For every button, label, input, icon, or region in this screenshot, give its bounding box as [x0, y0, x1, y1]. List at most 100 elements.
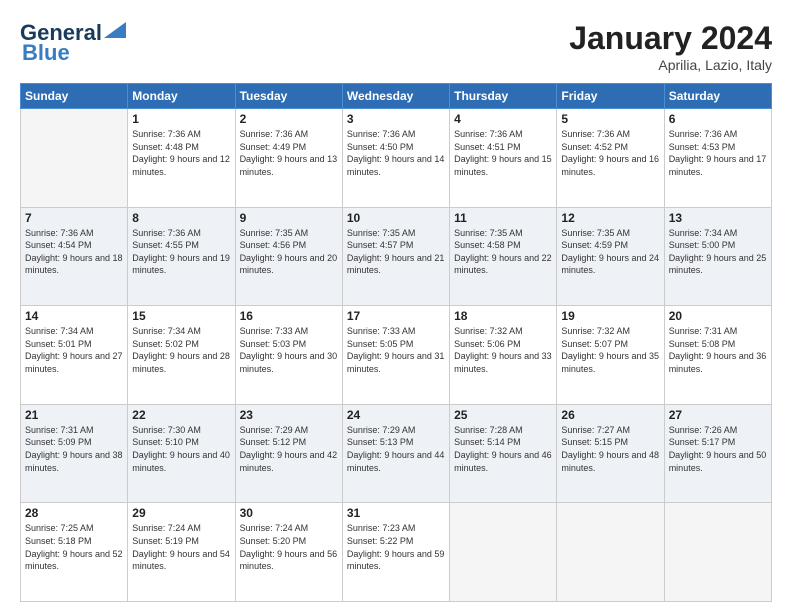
- day-number: 11: [454, 211, 552, 225]
- calendar-day-cell: 17 Sunrise: 7:33 AMSunset: 5:05 PMDayligh…: [342, 306, 449, 405]
- calendar: SundayMondayTuesdayWednesdayThursdayFrid…: [20, 83, 772, 602]
- title-block: January 2024 Aprilia, Lazio, Italy: [569, 20, 772, 73]
- calendar-day-cell: 5Sunrise: 7:36 AMSunset: 4:52 PMDaylight…: [557, 109, 664, 208]
- day-info: Sunrise: 7:36 AMSunset: 4:54 PMDaylight:…: [25, 227, 123, 277]
- calendar-day-cell: 31 Sunrise: 7:23 AMSunset: 5:22 PMDayligh…: [342, 503, 449, 602]
- day-info: Sunrise: 7:26 AMSunset: 5:17 PMDaylight:…: [669, 424, 767, 474]
- day-number: 30: [240, 506, 338, 520]
- day-info: Sunrise: 7:27 AMSunset: 5:15 PMDaylight:…: [561, 424, 659, 474]
- day-info: Sunrise: 7:34 AMSunset: 5:01 PMDaylight:…: [25, 325, 123, 375]
- weekday-header-monday: Monday: [128, 84, 235, 109]
- calendar-day-cell: 2Sunrise: 7:36 AMSunset: 4:49 PMDaylight…: [235, 109, 342, 208]
- calendar-day-cell: 22 Sunrise: 7:30 AMSunset: 5:10 PMDayligh…: [128, 404, 235, 503]
- day-number: 2: [240, 112, 338, 126]
- day-info: Sunrise: 7:29 AMSunset: 5:12 PMDaylight:…: [240, 424, 338, 474]
- day-info: Sunrise: 7:24 AMSunset: 5:20 PMDaylight:…: [240, 522, 338, 572]
- logo-blue: Blue: [22, 40, 70, 66]
- day-number: 3: [347, 112, 445, 126]
- day-info: Sunrise: 7:32 AMSunset: 5:07 PMDaylight:…: [561, 325, 659, 375]
- calendar-day-cell: 1Sunrise: 7:36 AMSunset: 4:48 PMDaylight…: [128, 109, 235, 208]
- day-info: Sunrise: 7:33 AMSunset: 5:03 PMDaylight:…: [240, 325, 338, 375]
- day-info: Sunrise: 7:31 AMSunset: 5:08 PMDaylight:…: [669, 325, 767, 375]
- day-info: Sunrise: 7:36 AMSunset: 4:52 PMDaylight:…: [561, 128, 659, 178]
- month-title: January 2024: [569, 20, 772, 57]
- calendar-day-cell: 15Sunrise: 7:34 AMSunset: 5:02 PMDayligh…: [128, 306, 235, 405]
- calendar-day-cell: 6 Sunrise: 7:36 AMSunset: 4:53 PMDaylight…: [664, 109, 771, 208]
- day-number: 18: [454, 309, 552, 323]
- calendar-day-cell: 21Sunrise: 7:31 AMSunset: 5:09 PMDayligh…: [21, 404, 128, 503]
- day-number: 23: [240, 408, 338, 422]
- day-info: Sunrise: 7:35 AMSunset: 4:57 PMDaylight:…: [347, 227, 445, 277]
- day-number: 21: [25, 408, 123, 422]
- calendar-day-cell: 20 Sunrise: 7:31 AMSunset: 5:08 PMDayligh…: [664, 306, 771, 405]
- calendar-day-cell: 29 Sunrise: 7:24 AMSunset: 5:19 PMDayligh…: [128, 503, 235, 602]
- weekday-header-tuesday: Tuesday: [235, 84, 342, 109]
- day-info: Sunrise: 7:33 AMSunset: 5:05 PMDaylight:…: [347, 325, 445, 375]
- day-number: 17: [347, 309, 445, 323]
- day-info: Sunrise: 7:24 AMSunset: 5:19 PMDaylight:…: [132, 522, 230, 572]
- calendar-day-cell: 16 Sunrise: 7:33 AMSunset: 5:03 PMDayligh…: [235, 306, 342, 405]
- weekday-header-friday: Friday: [557, 84, 664, 109]
- calendar-day-cell: 26 Sunrise: 7:27 AMSunset: 5:15 PMDayligh…: [557, 404, 664, 503]
- day-number: 7: [25, 211, 123, 225]
- day-number: 15: [132, 309, 230, 323]
- weekday-header-wednesday: Wednesday: [342, 84, 449, 109]
- weekday-header-thursday: Thursday: [450, 84, 557, 109]
- calendar-week-4: 21Sunrise: 7:31 AMSunset: 5:09 PMDayligh…: [21, 404, 772, 503]
- day-info: Sunrise: 7:25 AMSunset: 5:18 PMDaylight:…: [25, 522, 123, 572]
- day-info: Sunrise: 7:30 AMSunset: 5:10 PMDaylight:…: [132, 424, 230, 474]
- day-number: 31: [347, 506, 445, 520]
- day-number: 20: [669, 309, 767, 323]
- day-number: 10: [347, 211, 445, 225]
- calendar-day-cell: 12 Sunrise: 7:35 AMSunset: 4:59 PMDayligh…: [557, 207, 664, 306]
- calendar-day-cell: 13 Sunrise: 7:34 AMSunset: 5:00 PMDayligh…: [664, 207, 771, 306]
- calendar-day-cell: 18 Sunrise: 7:32 AMSunset: 5:06 PMDayligh…: [450, 306, 557, 405]
- calendar-day-cell: 24 Sunrise: 7:29 AMSunset: 5:13 PMDayligh…: [342, 404, 449, 503]
- day-number: 22: [132, 408, 230, 422]
- weekday-header-sunday: Sunday: [21, 84, 128, 109]
- day-info: Sunrise: 7:36 AMSunset: 4:55 PMDaylight:…: [132, 227, 230, 277]
- day-number: 29: [132, 506, 230, 520]
- calendar-day-cell: 14 Sunrise: 7:34 AMSunset: 5:01 PMDayligh…: [21, 306, 128, 405]
- day-number: 26: [561, 408, 659, 422]
- calendar-day-cell: 7 Sunrise: 7:36 AMSunset: 4:54 PMDaylight…: [21, 207, 128, 306]
- day-info: Sunrise: 7:36 AMSunset: 4:53 PMDaylight:…: [669, 128, 767, 178]
- day-number: 14: [25, 309, 123, 323]
- day-number: 19: [561, 309, 659, 323]
- day-number: 8: [132, 211, 230, 225]
- day-number: 6: [669, 112, 767, 126]
- calendar-empty-cell: [450, 503, 557, 602]
- weekday-header-saturday: Saturday: [664, 84, 771, 109]
- calendar-empty-cell: [557, 503, 664, 602]
- day-info: Sunrise: 7:32 AMSunset: 5:06 PMDaylight:…: [454, 325, 552, 375]
- day-info: Sunrise: 7:34 AMSunset: 5:00 PMDaylight:…: [669, 227, 767, 277]
- day-info: Sunrise: 7:36 AMSunset: 4:51 PMDaylight:…: [454, 128, 552, 178]
- day-number: 24: [347, 408, 445, 422]
- day-info: Sunrise: 7:28 AMSunset: 5:14 PMDaylight:…: [454, 424, 552, 474]
- location: Aprilia, Lazio, Italy: [569, 57, 772, 73]
- day-number: 12: [561, 211, 659, 225]
- day-info: Sunrise: 7:23 AMSunset: 5:22 PMDaylight:…: [347, 522, 445, 572]
- day-info: Sunrise: 7:29 AMSunset: 5:13 PMDaylight:…: [347, 424, 445, 474]
- logo: General Blue: [20, 20, 126, 66]
- logo-icon: [104, 22, 126, 38]
- calendar-week-2: 7 Sunrise: 7:36 AMSunset: 4:54 PMDaylight…: [21, 207, 772, 306]
- calendar-day-cell: 10 Sunrise: 7:35 AMSunset: 4:57 PMDayligh…: [342, 207, 449, 306]
- day-info: Sunrise: 7:35 AMSunset: 4:56 PMDaylight:…: [240, 227, 338, 277]
- header: General Blue January 2024 Aprilia, Lazio…: [20, 20, 772, 73]
- day-info: Sunrise: 7:35 AMSunset: 4:59 PMDaylight:…: [561, 227, 659, 277]
- calendar-week-5: 28 Sunrise: 7:25 AMSunset: 5:18 PMDayligh…: [21, 503, 772, 602]
- calendar-week-3: 14 Sunrise: 7:34 AMSunset: 5:01 PMDayligh…: [21, 306, 772, 405]
- day-number: 16: [240, 309, 338, 323]
- calendar-day-cell: 3 Sunrise: 7:36 AMSunset: 4:50 PMDaylight…: [342, 109, 449, 208]
- day-info: Sunrise: 7:35 AMSunset: 4:58 PMDaylight:…: [454, 227, 552, 277]
- calendar-day-cell: 28 Sunrise: 7:25 AMSunset: 5:18 PMDayligh…: [21, 503, 128, 602]
- day-info: Sunrise: 7:36 AMSunset: 4:50 PMDaylight:…: [347, 128, 445, 178]
- day-number: 27: [669, 408, 767, 422]
- day-number: 4: [454, 112, 552, 126]
- calendar-day-cell: 27 Sunrise: 7:26 AMSunset: 5:17 PMDayligh…: [664, 404, 771, 503]
- day-number: 13: [669, 211, 767, 225]
- day-number: 28: [25, 506, 123, 520]
- calendar-week-1: 1Sunrise: 7:36 AMSunset: 4:48 PMDaylight…: [21, 109, 772, 208]
- weekday-header-row: SundayMondayTuesdayWednesdayThursdayFrid…: [21, 84, 772, 109]
